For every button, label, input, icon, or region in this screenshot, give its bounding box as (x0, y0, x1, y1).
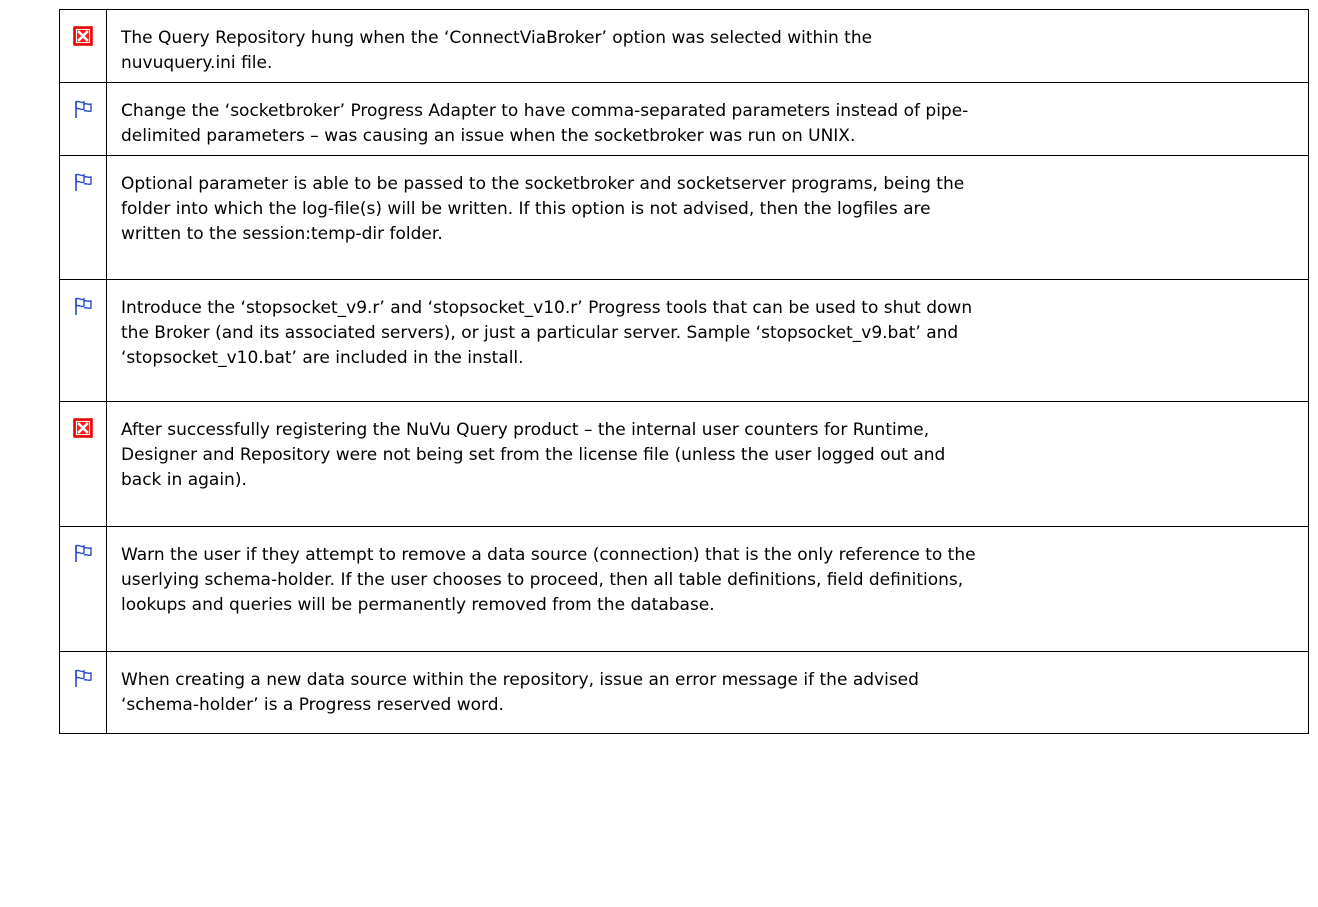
release-notes-table: The Query Repository hung when the ‘Conn… (59, 9, 1309, 734)
blue-flag-enhancement-icon (75, 297, 92, 315)
row-text: Warn the user if they attempt to remove … (107, 527, 1309, 651)
table-row: After successfully registering the NuVu … (60, 402, 1309, 527)
table-row: Warn the user if they attempt to remove … (60, 527, 1309, 652)
row-text: When creating a new data source within t… (107, 652, 1309, 733)
blue-flag-enhancement-icon (75, 544, 92, 562)
blue-flag-enhancement-icon (75, 173, 92, 191)
icon-cell (60, 402, 107, 526)
table-row: The Query Repository hung when the ‘Conn… (60, 10, 1309, 83)
row-text: After successfully registering the NuVu … (107, 402, 1309, 526)
table-row: When creating a new data source within t… (60, 652, 1309, 734)
red-x-bug-icon (73, 26, 93, 46)
table-row: Introduce the ‘stopsocket_v9.r’ and ‘sto… (60, 280, 1309, 402)
table-row: Change the ‘socketbroker’ Progress Adapt… (60, 83, 1309, 156)
icon-cell (60, 10, 107, 82)
icon-cell (60, 83, 107, 155)
red-x-bug-icon (73, 418, 93, 438)
icon-cell (60, 156, 107, 279)
row-text: The Query Repository hung when the ‘Conn… (107, 10, 1309, 82)
blue-flag-enhancement-icon (75, 100, 92, 118)
row-text: Introduce the ‘stopsocket_v9.r’ and ‘sto… (107, 280, 1309, 401)
icon-cell (60, 527, 107, 651)
row-text: Optional parameter is able to be passed … (107, 156, 1309, 279)
row-text: Change the ‘socketbroker’ Progress Adapt… (107, 83, 1309, 155)
icon-cell (60, 652, 107, 733)
table-row: Optional parameter is able to be passed … (60, 156, 1309, 280)
blue-flag-enhancement-icon (75, 669, 92, 687)
icon-cell (60, 280, 107, 401)
